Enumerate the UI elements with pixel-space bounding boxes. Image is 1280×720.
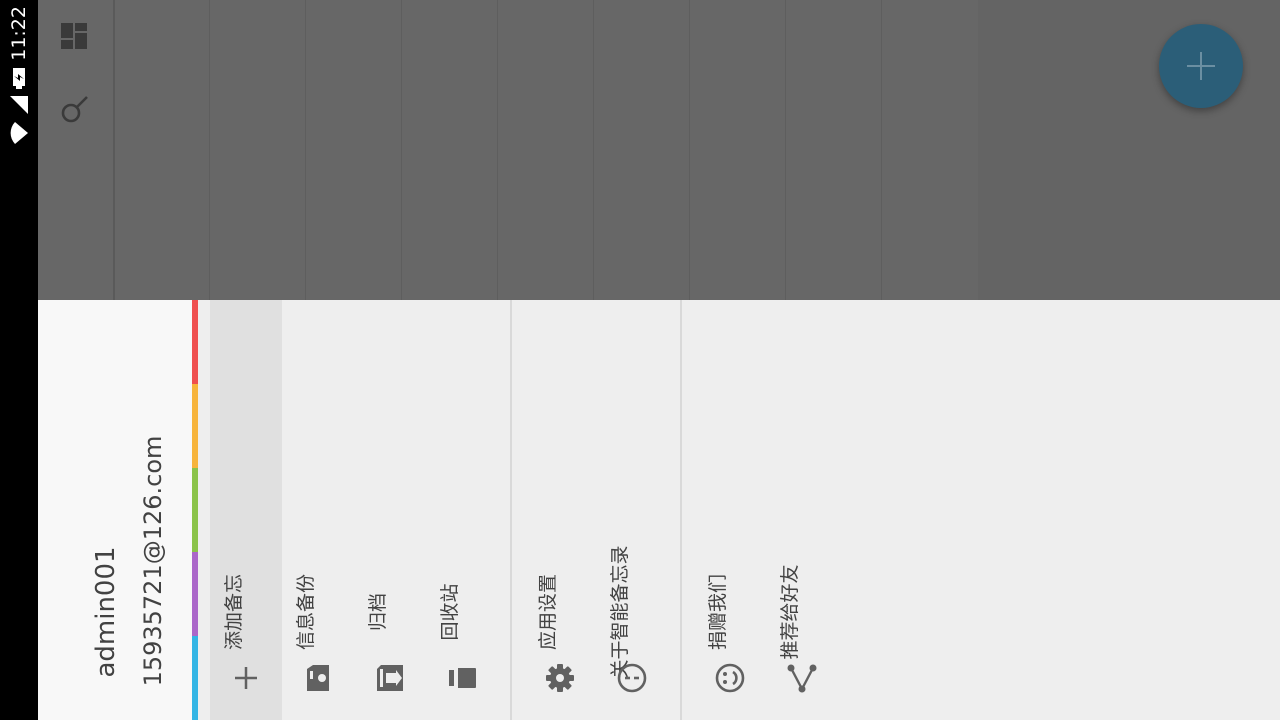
menu-item-label: 信息备份 — [295, 573, 317, 651]
category-color-green[interactable] — [192, 468, 198, 552]
category-color-bar — [192, 300, 198, 720]
selected-item-highlight — [210, 300, 282, 720]
dashboard-icon[interactable] — [60, 22, 88, 50]
info-circle-icon — [617, 663, 647, 693]
menu-divider — [510, 300, 512, 720]
archive-icon — [377, 665, 403, 691]
menu-item-label: 关于智能备忘录 — [609, 545, 631, 679]
menu-item-label: 添加备忘 — [223, 573, 245, 651]
menu-divider — [680, 300, 682, 720]
status-time: 11:22 — [8, 6, 30, 61]
category-color-purple[interactable] — [192, 552, 198, 636]
menu-item-label: 回收站 — [439, 583, 461, 641]
battery-charging-icon — [13, 67, 25, 89]
wifi-icon — [10, 121, 28, 144]
category-color-blue[interactable] — [192, 636, 198, 720]
share-icon — [787, 664, 817, 693]
navigation-drawer: admin001 15935721@126.com 添加备忘 信息备份 归档 回… — [38, 300, 1280, 720]
category-color-red[interactable] — [192, 300, 198, 384]
search-icon[interactable] — [60, 94, 90, 124]
add-note-fab[interactable] — [1159, 24, 1243, 108]
trash-icon — [449, 668, 476, 688]
smile-icon — [715, 663, 745, 693]
menu-item-label: 捐赠我们 — [707, 573, 729, 651]
menu-item-label: 应用设置 — [537, 573, 559, 651]
side-toolbar — [38, 0, 115, 300]
signal-icon — [10, 95, 28, 114]
notes-board-background — [38, 0, 1280, 300]
user-email: 15935721@126.com — [139, 435, 167, 687]
menu-item-label: 推荐给好友 — [779, 564, 801, 660]
plus-icon — [235, 667, 257, 689]
backup-icon — [307, 665, 329, 691]
status-bar: 11:22 — [0, 0, 38, 720]
category-color-orange[interactable] — [192, 384, 198, 468]
user-name: admin001 — [91, 546, 121, 678]
gear-icon — [546, 664, 574, 692]
drawer-header: admin001 15935721@126.com — [38, 300, 192, 720]
menu-item-label: 归档 — [367, 592, 389, 632]
